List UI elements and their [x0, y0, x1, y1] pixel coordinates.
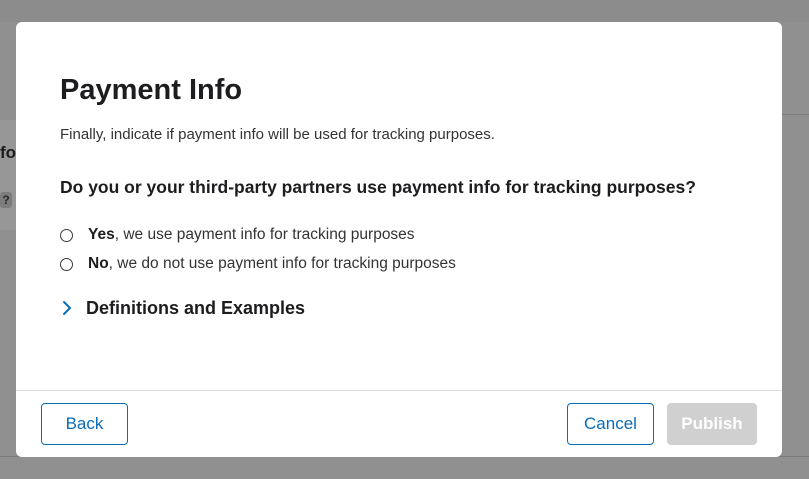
definitions-label: Definitions and Examples — [86, 298, 306, 318]
back-button[interactable]: Back — [41, 403, 128, 445]
option-yes[interactable]: Yes, we use payment info for tracking pu… — [60, 224, 415, 246]
tracking-question: Do you or your third-party partners use … — [60, 177, 696, 197]
dialog-title: Payment Info — [60, 74, 243, 106]
radio-no[interactable] — [60, 257, 73, 271]
option-yes-rest: , we use payment info for tracking purpo… — [114, 226, 415, 243]
radio-yes[interactable] — [60, 228, 73, 242]
option-no[interactable]: No, we do not use payment info for track… — [60, 253, 456, 275]
definitions-toggle[interactable]: Definitions and Examples — [60, 295, 305, 321]
option-no-rest: , we do not use payment info for trackin… — [108, 255, 456, 272]
background-divider — [782, 114, 809, 115]
option-yes-bold: Yes — [88, 226, 115, 243]
option-no-bold: No — [88, 255, 109, 272]
background-topbar — [0, 0, 809, 22]
cancel-button[interactable]: Cancel — [567, 403, 654, 445]
background-partial-text: fo — [0, 143, 17, 162]
background-help-badge: ? — [0, 192, 12, 208]
dialog-body: Payment Info Finally, indicate if paymen… — [16, 22, 782, 390]
chevron-right-icon — [63, 301, 71, 315]
dialog-subtitle: Finally, indicate if payment info will b… — [60, 126, 495, 143]
option-yes-label: Yes, we use payment info for tracking pu… — [88, 224, 415, 246]
option-no-label: No, we do not use payment info for track… — [88, 253, 456, 275]
background-panel — [0, 120, 16, 230]
footer-divider — [16, 390, 782, 391]
payment-info-dialog: Payment Info Finally, indicate if paymen… — [16, 22, 782, 457]
publish-button[interactable]: Publish — [667, 403, 757, 445]
